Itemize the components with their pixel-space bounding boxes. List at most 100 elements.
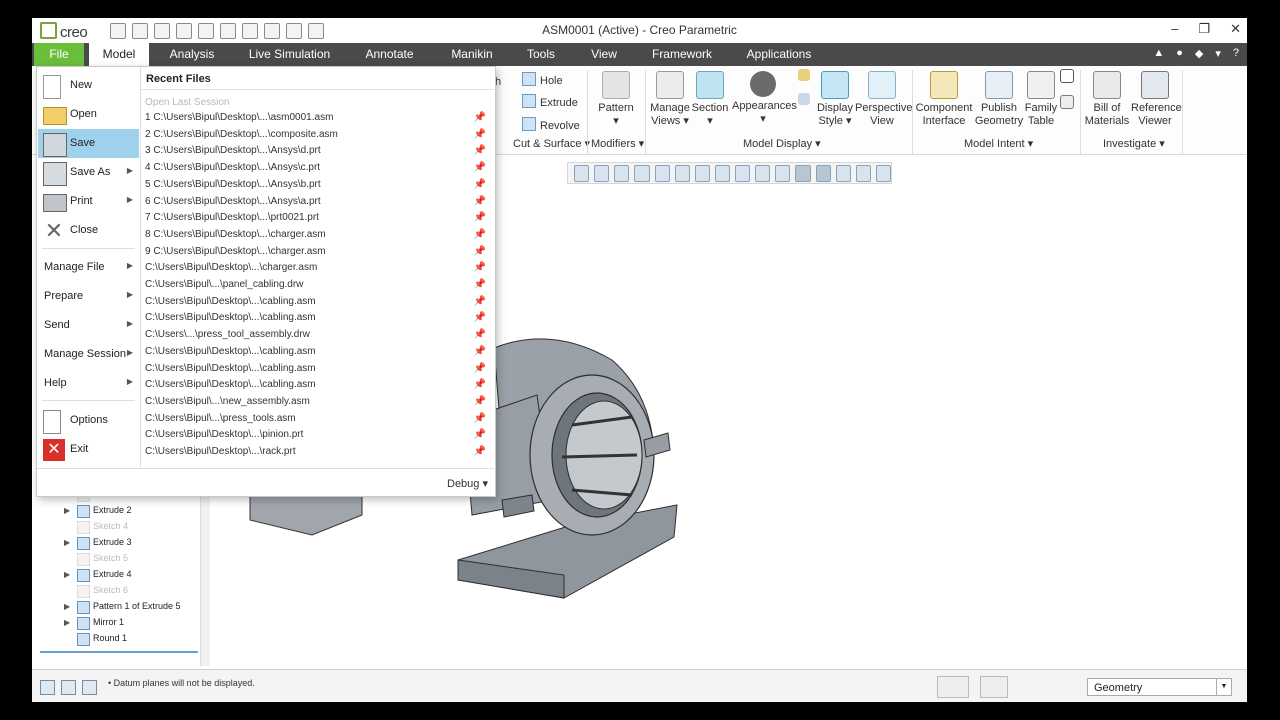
publish-geometry-button[interactable]: Publish Geometry	[973, 71, 1025, 128]
open-last-session[interactable]: Open Last Session	[145, 97, 230, 108]
recent-file-item[interactable]: C:\Users\Bipul\Desktop\...\charger.asm 📌	[145, 262, 490, 278]
recent-file-item[interactable]: 3 C:\Users\Bipul\Desktop\...\Ansys\d.prt…	[145, 145, 490, 161]
menu-print[interactable]: Print ▶	[38, 187, 139, 216]
tree-insert-indicator[interactable]	[40, 651, 198, 653]
pin-icon[interactable]: 📌	[474, 329, 486, 340]
tree-scrollbar[interactable]	[200, 488, 210, 666]
close-icon[interactable]: ✕	[1230, 21, 1241, 37]
recent-file-item[interactable]: C:\Users\Bipul\...\new_assembly.asm 📌	[145, 396, 490, 412]
recent-file-item[interactable]: 5 C:\Users\Bipul\Desktop\...\Ansys\b.prt…	[145, 179, 490, 195]
menu-exit[interactable]: ✕ Exit	[38, 435, 139, 464]
manage-views-button[interactable]: Manage Views ▾	[648, 71, 692, 128]
menu-prepare[interactable]: Prepare ▶	[38, 282, 139, 311]
tab-model[interactable]: Model	[89, 43, 149, 66]
tab-view[interactable]: View	[584, 43, 624, 66]
pin-icon[interactable]: 📌	[474, 229, 486, 240]
reference-viewer-button[interactable]: Reference Viewer	[1131, 71, 1182, 128]
recent-file-item[interactable]: C:\Users\Bipul\Desktop\...\rack.prt 📌	[145, 446, 490, 462]
menu-open[interactable]: Open	[38, 100, 139, 129]
pin-icon[interactable]: 📌	[474, 413, 486, 424]
extrude-button[interactable]: Extrude	[522, 94, 578, 109]
pin-icon[interactable]: 📌	[474, 279, 486, 290]
tree-item[interactable]: Sketch 5	[32, 552, 212, 568]
group-investigate[interactable]: Investigate ▾	[1103, 137, 1165, 150]
recent-file-item[interactable]: 9 C:\Users\Bipul\Desktop\...\charger.asm…	[145, 246, 490, 262]
pattern-button[interactable]: Pattern ▾	[594, 71, 638, 128]
tree-item[interactable]: ▶ Extrude 4	[32, 568, 212, 584]
pin-icon[interactable]: 📌	[474, 112, 486, 123]
help-icon[interactable]: ?	[1233, 47, 1239, 60]
tab-manikin[interactable]: Manikin	[442, 43, 502, 66]
tree-item[interactable]: ▶ Mirror 1	[32, 616, 212, 632]
recent-file-item[interactable]: C:\Users\Bipul\Desktop\...\cabling.asm 📌	[145, 379, 490, 395]
recent-file-item[interactable]: C:\Users\Bipul\Desktop\...\pinion.prt 📌	[145, 429, 490, 445]
appearances-button[interactable]: Appearances ▾	[732, 71, 797, 126]
relations-icon[interactable]	[1060, 69, 1074, 83]
tree-item[interactable]: Sketch 6	[32, 584, 212, 600]
community-icon[interactable]: ◆	[1195, 47, 1203, 60]
find-button[interactable]	[937, 676, 969, 698]
group-model-intent[interactable]: Model Intent ▾	[964, 137, 1033, 150]
pin-icon[interactable]: 📌	[474, 363, 486, 374]
recent-file-item[interactable]: 4 C:\Users\Bipul\Desktop\...\Ansys\c.prt…	[145, 162, 490, 178]
tab-live-simulation[interactable]: Live Simulation	[242, 43, 337, 66]
pin-icon[interactable]: 📌	[474, 446, 486, 457]
menu-new[interactable]: New	[38, 71, 139, 100]
display-style-button[interactable]: Display Style ▾	[815, 71, 855, 128]
group-modifiers[interactable]: Modifiers ▾	[591, 137, 644, 150]
expand-arrow-icon[interactable]: ▶	[64, 538, 70, 547]
recent-file-item[interactable]: C:\Users\...\press_tool_assembly.drw 📌	[145, 329, 490, 345]
recent-file-item[interactable]: C:\Users\Bipul\Desktop\...\cabling.asm 📌	[145, 363, 490, 379]
tip-icon[interactable]: ●	[1176, 47, 1183, 60]
recent-file-item[interactable]: C:\Users\Bipul\Desktop\...\cabling.asm 📌	[145, 296, 490, 312]
recent-file-item[interactable]: 7 C:\Users\Bipul\Desktop\...\prt0021.prt…	[145, 212, 490, 228]
recent-file-item[interactable]: C:\Users\Bipul\...\press_tools.asm 📌	[145, 413, 490, 429]
tab-analysis[interactable]: Analysis	[162, 43, 222, 66]
hole-button[interactable]: Hole	[522, 72, 563, 87]
menu-help[interactable]: Help ▶	[38, 369, 139, 398]
expand-arrow-icon[interactable]: ▶	[64, 506, 70, 515]
pin-icon[interactable]: 📌	[474, 196, 486, 207]
selection-filter[interactable]: Geometry ▼	[1087, 678, 1232, 696]
browser-toggle-icon[interactable]	[61, 680, 76, 695]
menu-manage-session[interactable]: Manage Session ▶	[38, 340, 139, 369]
tree-item[interactable]: ▶ Extrude 3	[32, 536, 212, 552]
pin-icon[interactable]: 📌	[474, 212, 486, 223]
recent-file-item[interactable]: 8 C:\Users\Bipul\Desktop\...\charger.asm…	[145, 229, 490, 245]
menu-close[interactable]: ✕ Close	[38, 216, 139, 245]
selection-buffer-button[interactable]	[980, 676, 1008, 698]
menu-options[interactable]: Options	[38, 406, 139, 435]
component-interface-button[interactable]: Component Interface	[915, 71, 973, 128]
tab-applications[interactable]: Applications	[740, 43, 818, 66]
tree-item[interactable]: ▶ Extrude 2	[32, 504, 212, 520]
chevron-down-icon[interactable]: ▼	[1216, 679, 1231, 695]
menu-manage-file[interactable]: Manage File ▶	[38, 253, 139, 282]
recent-file-item[interactable]: C:\Users\Bipul\...\panel_cabling.drw 📌	[145, 279, 490, 295]
tree-item[interactable]: ▶ Pattern 1 of Extrude 5	[32, 600, 212, 616]
pin-icon[interactable]: 📌	[474, 396, 486, 407]
display-filter-icon[interactable]	[798, 69, 810, 81]
revolve-button[interactable]: Revolve	[522, 117, 580, 132]
settings-icon[interactable]: ▾	[1215, 47, 1221, 60]
menu-save-as[interactable]: Save As ▶	[38, 158, 139, 187]
recent-file-item[interactable]: C:\Users\Bipul\Desktop\...\cabling.asm 📌	[145, 312, 490, 328]
tree-item[interactable]: Round 1	[32, 632, 212, 648]
section-button[interactable]: Section ▾	[690, 71, 730, 128]
tab-annotate[interactable]: Annotate	[357, 43, 422, 66]
maximize-icon[interactable]: ❐	[1198, 21, 1210, 37]
pin-icon[interactable]: 📌	[474, 346, 486, 357]
tab-framework[interactable]: Framework	[644, 43, 720, 66]
recent-file-item[interactable]: C:\Users\Bipul\Desktop\...\cabling.asm 📌	[145, 346, 490, 362]
parameters-icon[interactable]	[1060, 95, 1074, 109]
recent-file-item[interactable]: 2 C:\Users\Bipul\Desktop\...\composite.a…	[145, 129, 490, 145]
pin-icon[interactable]: 📌	[474, 262, 486, 273]
perspective-view-button[interactable]: Perspective View	[855, 71, 912, 128]
model-tree-toggle-icon[interactable]	[40, 680, 55, 695]
group-cut-surface[interactable]: Cut & Surface ▾	[513, 137, 590, 150]
pin-icon[interactable]: 📌	[474, 246, 486, 257]
scenes-icon[interactable]	[798, 93, 810, 105]
tab-tools[interactable]: Tools	[519, 43, 563, 66]
tab-file[interactable]: File	[34, 43, 84, 66]
debug-dropdown[interactable]: Debug ▾	[447, 477, 488, 490]
full-screen-icon[interactable]	[82, 680, 97, 695]
